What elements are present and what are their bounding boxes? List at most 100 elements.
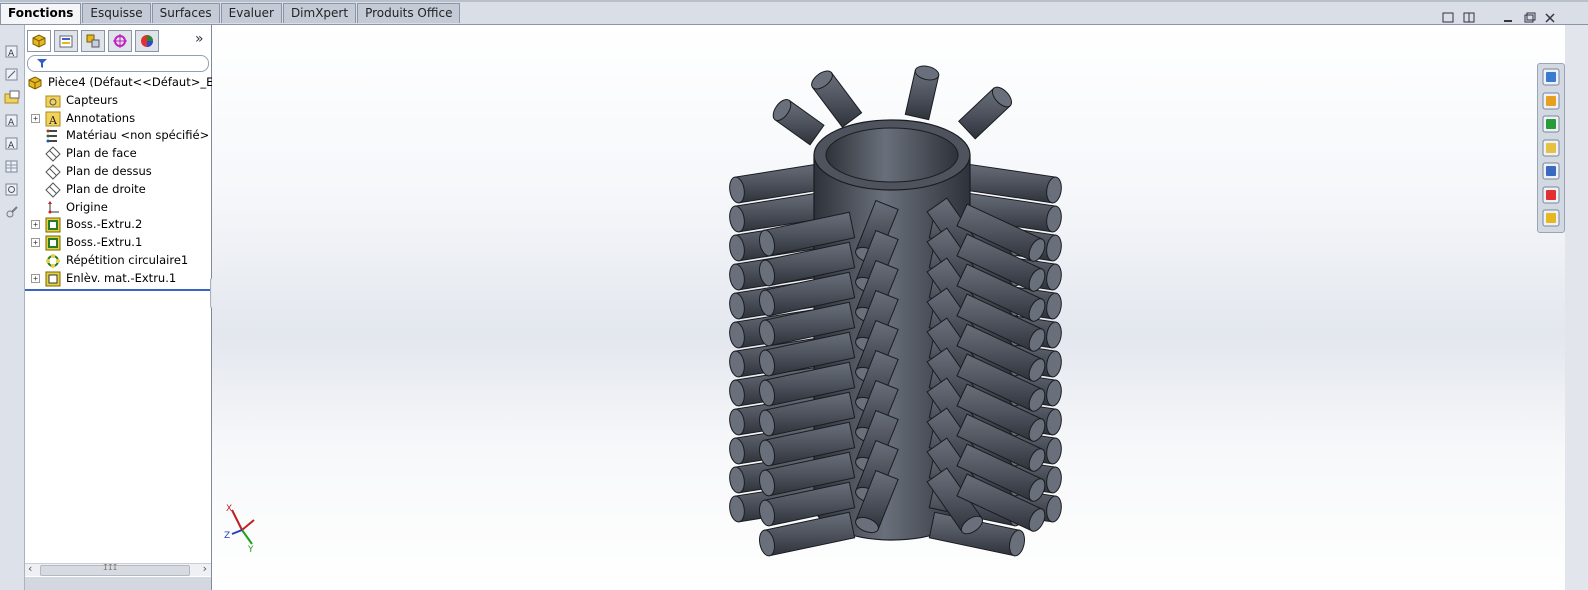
sketch-icon[interactable]: A [4, 43, 20, 59]
custom-properties-icon[interactable] [1541, 208, 1561, 228]
tree-item-label: Enlèv. mat.-Extru.1 [66, 270, 177, 285]
feature-filter-input[interactable] [27, 55, 209, 72]
restore-icon[interactable] [1440, 11, 1455, 25]
panel-horizontal-scrollbar[interactable]: ‹ III › [25, 562, 211, 576]
tree-item[interactable]: + Enlèv. mat.-Extru.1 [25, 270, 211, 288]
tree-item[interactable]: Plan de face [25, 145, 211, 163]
triad-y-axis [241, 529, 253, 545]
tree-item-label: Annotations [66, 110, 136, 125]
tree-item-label: Origine [66, 199, 108, 214]
svg-text:A: A [8, 141, 15, 151]
tab-esquisse[interactable]: Esquisse [82, 3, 151, 23]
reference-triad: X Y Z [224, 504, 255, 555]
minimize-icon[interactable] [1500, 11, 1515, 25]
tab-fonctions[interactable]: Fonctions [0, 3, 82, 24]
expand-toggle-icon[interactable]: + [31, 273, 40, 283]
scroll-thumb-grip: III [103, 563, 118, 572]
tree-item-label: Boss.-Extru.2 [66, 217, 143, 232]
top-border [0, 0, 1588, 2]
cut-extrude-icon [45, 271, 61, 287]
tree-item-label: Boss.-Extru.1 [66, 235, 143, 250]
table-icon[interactable] [4, 158, 20, 174]
plane-icon [45, 182, 61, 198]
propertymanager-icon[interactable] [54, 30, 78, 52]
expand-toggle-icon[interactable]: + [31, 113, 40, 123]
tree-item[interactable]: + A Annotations [25, 110, 211, 128]
command-manager: Fonctions Esquisse Surfaces Evaluer DimXpert… [0, 0, 1588, 25]
scroll-right-arrow[interactable]: › [203, 562, 207, 575]
tree-item-label: Plan de dessus [66, 163, 152, 178]
annotations-icon: A [45, 111, 61, 127]
note-icon[interactable]: A [4, 112, 20, 128]
tree-item[interactable]: Origine [25, 199, 211, 217]
feature-tree: Pièce4 (Défaut<<Défaut>_Etat Capteurs + A An… [25, 74, 229, 288]
tab-evaluer[interactable]: Evaluer [220, 3, 282, 23]
open-folder-icon[interactable] [4, 89, 20, 105]
tab-surfaces[interactable]: Surfaces [151, 3, 220, 23]
tree-item-label: Pièce4 (Défaut<<Défaut>_Etat [48, 75, 230, 89]
panel-tab-strip: » [25, 30, 211, 52]
tile-icon[interactable] [1461, 11, 1476, 25]
tree-item[interactable]: Capteurs [25, 92, 211, 110]
task-pane-tabs [1537, 63, 1565, 233]
graphics-area[interactable]: X Y Z [212, 25, 1565, 590]
material-icon [46, 129, 57, 143]
bom-icon[interactable] [4, 181, 20, 197]
expand-toggle-icon[interactable]: + [31, 238, 40, 248]
smart-dimension-icon[interactable] [4, 66, 20, 82]
tree-item-label: Répétition circulaire1 [66, 252, 189, 267]
display-manager-icon[interactable] [135, 30, 159, 52]
svg-text:A: A [8, 49, 15, 59]
tab-produits-office[interactable]: Produits Office [357, 3, 461, 23]
part-model-cylinder-with-pins[interactable] [212, 25, 1565, 590]
expand-toggle-icon[interactable]: + [31, 220, 40, 230]
scroll-left-arrow[interactable]: ‹ [28, 562, 32, 575]
scroll-thumb[interactable]: III [40, 563, 190, 576]
boss-extrude-icon [45, 235, 61, 251]
maximize-icon[interactable] [1522, 11, 1537, 25]
command-tab-row: Fonctions Esquisse Surfaces Evaluer DimXpert… [0, 3, 461, 24]
configurationmanager-icon[interactable] [81, 30, 105, 52]
triad-x-axis [231, 509, 243, 531]
document-window-controls [1440, 11, 1558, 25]
triad-z-axis [231, 529, 243, 535]
search-icon[interactable] [1541, 161, 1561, 181]
tree-item-label: Plan de droite [66, 181, 146, 196]
close-icon[interactable] [1543, 11, 1558, 25]
featuremanager-tree-icon[interactable] [27, 30, 51, 52]
appearances-icon[interactable] [1541, 185, 1561, 205]
svg-text:A: A [48, 114, 58, 127]
triad-z-label: Z [224, 531, 230, 541]
circular-pattern-icon [46, 253, 60, 268]
rollback-bar[interactable] [25, 289, 211, 291]
tree-item[interactable]: + Boss.-Extru.1 [25, 234, 211, 252]
tree-item-label: Plan de face [66, 146, 137, 161]
panel-expand-chevron[interactable]: » [195, 31, 204, 47]
tree-item[interactable]: Plan de dessus [25, 163, 211, 181]
svg-text:A: A [8, 118, 15, 128]
file-explorer-icon[interactable] [1541, 114, 1561, 134]
tab-dimxpert[interactable]: DimXpert [282, 3, 357, 23]
sensors-folder-icon [45, 95, 61, 108]
view-palette-icon[interactable] [1541, 138, 1561, 158]
tree-item[interactable]: Plan de droite [25, 181, 211, 199]
triad-x-axis-2 [241, 519, 255, 531]
tools-icon[interactable] [4, 204, 20, 220]
feature-manager-panel: » Pièce4 (Défaut<<Défaut>_Etat Capteurs + A… [25, 25, 229, 590]
tree-item[interactable]: Répétition circulaire1 [25, 252, 211, 270]
tree-item[interactable]: Matériau <non spécifié> [25, 127, 211, 145]
text-icon[interactable]: A [4, 135, 20, 151]
part-icon [28, 76, 42, 90]
design-library-icon[interactable] [1541, 91, 1561, 111]
triad-y-label: Y [247, 545, 254, 555]
solidworks-resources-icon[interactable] [1541, 67, 1561, 87]
cylinder-bore [825, 127, 959, 183]
dimxpert-manager-icon[interactable] [108, 30, 132, 52]
filter-icon[interactable] [36, 57, 48, 69]
tree-item-label: Matériau <non spécifié> [66, 128, 210, 143]
tree-item[interactable]: Pièce4 (Défaut<<Défaut>_Etat [25, 74, 229, 92]
triad-x-label: X [226, 504, 232, 514]
right-edge [1565, 25, 1588, 590]
tree-item[interactable]: + Boss.-Extru.2 [25, 216, 211, 234]
origin-icon [48, 200, 59, 214]
